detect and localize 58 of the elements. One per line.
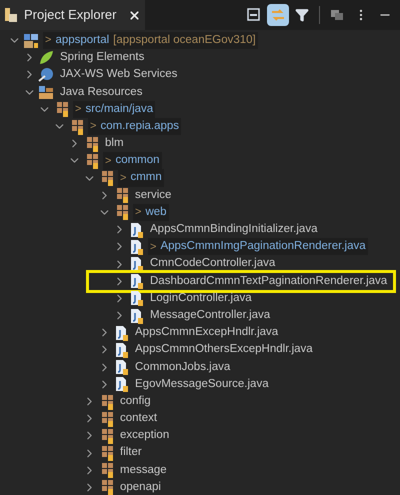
java-file-icon <box>113 324 129 341</box>
stacked-windows-icon <box>330 8 344 22</box>
explorer-icon <box>4 7 18 23</box>
tree-item-label[interactable]: cmmn <box>130 169 162 187</box>
java-file-icon <box>113 342 129 358</box>
tree-item-label[interactable]: EgovMessageSource.java <box>135 376 269 393</box>
filter-icon <box>295 8 309 22</box>
change-marker: > <box>105 154 112 169</box>
change-marker: > <box>45 33 52 48</box>
java-file-icon <box>113 376 129 392</box>
close-icon[interactable] <box>128 8 142 22</box>
tree-item-label[interactable]: Spring Elements <box>60 49 144 66</box>
sync-arrows-icon <box>270 8 286 22</box>
tree-item-label[interactable]: blm <box>105 135 124 152</box>
globe-icon <box>38 66 54 83</box>
leaf-icon <box>38 50 54 66</box>
tree-item-label[interactable]: AppsCmmnExcepHndlr.java <box>135 324 278 342</box>
java-file-icon <box>113 359 129 376</box>
change-marker: > <box>120 170 126 186</box>
tree-item-label[interactable]: common <box>115 152 160 170</box>
tree-item-label[interactable]: service <box>135 186 172 204</box>
tree-item-label[interactable]: CommonJobs.java <box>135 358 230 376</box>
tree-item-label[interactable]: message <box>120 462 167 479</box>
tree-item-label[interactable]: CmnCodeController.java <box>150 255 276 273</box>
tree-item-label[interactable]: com.repia.apps <box>100 118 180 136</box>
tree-item-label[interactable]: Java Resources <box>60 84 142 101</box>
tree-item-label[interactable]: AppsCmmnImgPaginationRenderer.java <box>160 238 366 256</box>
library-icon <box>38 84 54 100</box>
tree-item-label[interactable]: openapi <box>120 478 161 495</box>
tree-item-label[interactable]: src/main/java <box>85 100 154 118</box>
tree-item-label[interactable]: web <box>145 204 167 222</box>
tree-item-label[interactable]: filter <box>120 444 142 462</box>
panel-tab[interactable]: Project Explorer <box>0 0 146 30</box>
change-marker: > <box>90 119 96 134</box>
panel-title: Project Explorer <box>24 6 116 24</box>
project-icon <box>23 32 39 49</box>
collapse-all-icon <box>247 8 261 22</box>
tree-item-label[interactable]: MessageController.java <box>150 306 270 324</box>
tree-item-label[interactable]: context <box>120 410 158 428</box>
java-file-icon <box>128 290 144 306</box>
tree-item-label[interactable]: JAX-WS Web Services <box>60 66 178 84</box>
tree-item-label[interactable]: exception <box>120 427 170 445</box>
tree-item-label[interactable]: DashboardCmmnTextPaginationRenderer.java <box>150 272 388 290</box>
tree-item-label[interactable]: AppsCmmnBindingInitializer.java <box>150 221 318 238</box>
java-file-icon <box>128 273 144 290</box>
tree-item-label[interactable]: config <box>120 392 151 410</box>
tree-item-label[interactable]: appsportal <box>55 32 110 50</box>
tree-item-label[interactable]: LoginController.java <box>150 290 252 308</box>
change-marker: > <box>135 205 142 220</box>
java-file-icon <box>128 308 144 324</box>
java-file-icon <box>128 238 144 255</box>
change-marker: > <box>75 102 82 118</box>
tree-item-label[interactable]: AppsCmmnOthersExcepHndlr.java <box>135 341 313 359</box>
sync-arrows-button[interactable] <box>267 4 289 26</box>
java-file-icon <box>128 256 144 272</box>
change-marker: > <box>150 240 156 255</box>
java-file-icon <box>128 222 144 238</box>
repository-label: [appsportal oceanEGov310] <box>113 32 256 48</box>
